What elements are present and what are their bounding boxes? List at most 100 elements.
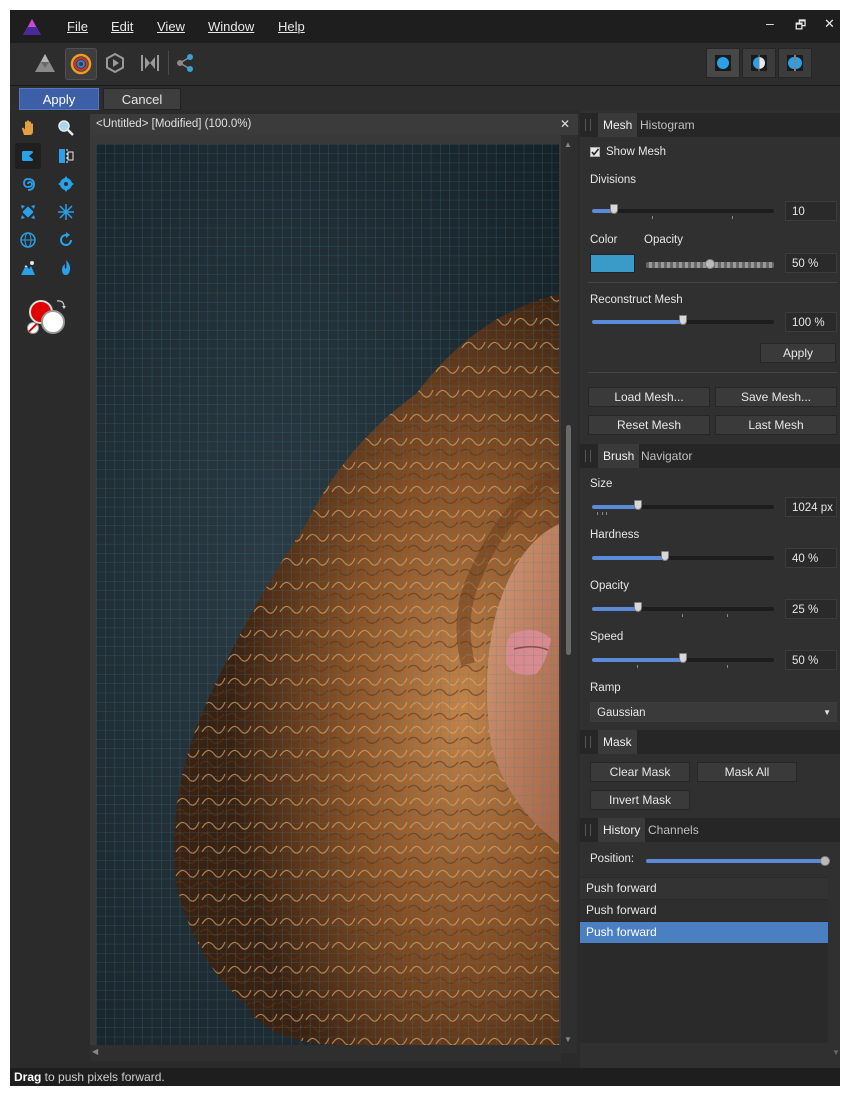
menu-view[interactable]: View bbox=[157, 19, 185, 34]
brush-size-slider[interactable] bbox=[592, 500, 774, 510]
mesh-clone-tool-button[interactable] bbox=[15, 227, 41, 253]
photo-persona-icon bbox=[35, 54, 55, 72]
scroll-down-icon[interactable]: ▼ bbox=[832, 1048, 840, 1057]
tab-navigator[interactable]: Navigator bbox=[636, 444, 697, 468]
punch-tool-button[interactable] bbox=[15, 199, 41, 225]
divisions-slider[interactable] bbox=[592, 204, 774, 214]
mask-all-button[interactable]: Mask All bbox=[697, 762, 797, 782]
view-split-button[interactable] bbox=[742, 48, 776, 78]
view-mirror-button[interactable] bbox=[778, 48, 812, 78]
opacity-label: Opacity bbox=[644, 234, 683, 246]
push-forward-tool-button[interactable] bbox=[15, 143, 41, 169]
clear-mask-button[interactable]: Clear Mask bbox=[590, 762, 690, 782]
brush-size-slider-knob[interactable] bbox=[633, 500, 642, 510]
tab-mask[interactable]: Mask bbox=[598, 730, 637, 754]
color-swatches[interactable] bbox=[27, 298, 71, 340]
horizontal-scrollbar[interactable]: ◀ bbox=[90, 1045, 561, 1061]
speed-label: Speed bbox=[590, 631, 624, 643]
menu-file[interactable]: File bbox=[67, 19, 88, 34]
minimize-button[interactable]: – bbox=[766, 15, 774, 31]
brush-opacity-slider[interactable] bbox=[592, 602, 774, 612]
history-position-knob[interactable] bbox=[820, 856, 830, 866]
pinch-tool-button[interactable] bbox=[53, 171, 79, 197]
status-action: Drag bbox=[14, 1070, 42, 1084]
liquify-canvas-image[interactable] bbox=[96, 144, 559, 1045]
vertical-scrollbar[interactable]: ▲ ▼ bbox=[561, 135, 577, 1053]
liquify-persona-button[interactable] bbox=[65, 48, 97, 80]
mesh-color-swatch[interactable] bbox=[590, 254, 635, 273]
load-mesh-button[interactable]: Load Mesh... bbox=[588, 387, 710, 407]
brush-size-value[interactable]: 1024 px bbox=[785, 497, 837, 517]
freeze-tool-button[interactable] bbox=[15, 255, 41, 281]
photo-with-mesh[interactable] bbox=[96, 144, 559, 1045]
reconstruct-value[interactable]: 100 % bbox=[785, 312, 837, 332]
reconstruct-slider[interactable] bbox=[592, 315, 774, 325]
mesh-opacity-value[interactable]: 50 % bbox=[785, 253, 837, 273]
save-mesh-button[interactable]: Save Mesh... bbox=[715, 387, 837, 407]
brush-opacity-value[interactable]: 25 % bbox=[785, 599, 837, 619]
view-tool-button[interactable] bbox=[15, 115, 41, 141]
view-full-button[interactable] bbox=[706, 48, 740, 78]
hardness-slider[interactable] bbox=[592, 551, 774, 561]
push-left-icon bbox=[59, 149, 74, 163]
close-document-button[interactable]: ✕ bbox=[560, 117, 570, 131]
turbulence-tool-button[interactable] bbox=[53, 199, 79, 225]
close-window-button[interactable]: ✕ bbox=[824, 16, 835, 32]
hardness-value[interactable]: 40 % bbox=[785, 548, 837, 568]
history-entry[interactable]: Push forward bbox=[580, 900, 828, 921]
thaw-tool-button[interactable] bbox=[53, 255, 79, 281]
history-entry[interactable]: Push forward bbox=[580, 878, 828, 899]
ramp-label: Ramp bbox=[590, 682, 621, 694]
cancel-button[interactable]: Cancel bbox=[103, 88, 181, 110]
ramp-dropdown[interactable]: Gaussian ▼ bbox=[590, 702, 837, 722]
speed-slider[interactable] bbox=[592, 653, 774, 663]
divisions-slider-knob[interactable] bbox=[609, 204, 618, 214]
photo-persona-button[interactable] bbox=[30, 48, 60, 78]
brush-opacity-label: Opacity bbox=[590, 580, 629, 592]
develop-persona-button[interactable] bbox=[100, 48, 130, 78]
twirl-tool-button[interactable] bbox=[15, 171, 41, 197]
menu-edit[interactable]: Edit bbox=[111, 19, 133, 34]
export-persona-button[interactable] bbox=[170, 48, 200, 78]
canvas-area[interactable] bbox=[90, 135, 577, 1053]
liquify-persona-icon bbox=[70, 53, 92, 75]
status-text: to push pixels forward. bbox=[41, 1070, 165, 1084]
restore-button[interactable]: 🗗 bbox=[795, 16, 806, 37]
swap-colors-icon[interactable] bbox=[55, 298, 67, 310]
tab-history[interactable]: History bbox=[598, 818, 646, 842]
tab-brush[interactable]: Brush bbox=[598, 444, 640, 468]
history-position-slider[interactable] bbox=[646, 856, 830, 866]
tab-mesh[interactable]: Mesh bbox=[598, 113, 638, 137]
document-tab[interactable]: <Untitled> [Modified] (100.0%) ✕ bbox=[90, 114, 578, 135]
tab-histogram[interactable]: Histogram bbox=[635, 113, 700, 137]
brush-opacity-slider-knob[interactable] bbox=[633, 602, 642, 612]
push-left-tool-button[interactable] bbox=[53, 143, 79, 169]
tone-mapping-persona-button[interactable] bbox=[135, 48, 165, 78]
hardness-slider-knob[interactable] bbox=[660, 551, 669, 561]
menu-window[interactable]: Window bbox=[208, 19, 254, 34]
reconstruct-slider-knob[interactable] bbox=[679, 315, 687, 325]
menu-help[interactable]: Help bbox=[278, 19, 305, 34]
tab-channels[interactable]: Channels bbox=[643, 818, 704, 842]
ramp-dropdown-value: Gaussian bbox=[597, 707, 646, 719]
affinity-photo-logo-icon bbox=[23, 19, 41, 35]
speed-value[interactable]: 50 % bbox=[785, 650, 837, 670]
no-color-icon[interactable] bbox=[27, 322, 39, 334]
mesh-opacity-slider[interactable] bbox=[646, 259, 774, 269]
speed-slider-knob[interactable] bbox=[679, 653, 687, 663]
history-entry-selected[interactable]: Push forward bbox=[580, 922, 828, 943]
vertical-scroll-thumb[interactable] bbox=[566, 425, 571, 655]
persona-toolbar bbox=[10, 43, 840, 86]
secondary-color-swatch[interactable] bbox=[41, 310, 65, 334]
divisions-value[interactable]: 10 bbox=[785, 201, 837, 221]
last-mesh-button[interactable]: Last Mesh bbox=[715, 415, 837, 435]
reconstruct-tool-button[interactable] bbox=[53, 227, 79, 253]
show-mesh-checkbox[interactable] bbox=[590, 147, 600, 157]
invert-mask-button[interactable]: Invert Mask bbox=[590, 790, 690, 810]
zoom-tool-button[interactable] bbox=[53, 115, 79, 141]
mesh-opacity-slider-knob[interactable] bbox=[705, 259, 715, 269]
history-panel-tabs: History Channels bbox=[580, 818, 840, 842]
reconstruct-apply-button[interactable]: Apply bbox=[760, 343, 836, 363]
reset-mesh-button[interactable]: Reset Mesh bbox=[588, 415, 710, 435]
apply-button[interactable]: Apply bbox=[19, 88, 99, 110]
